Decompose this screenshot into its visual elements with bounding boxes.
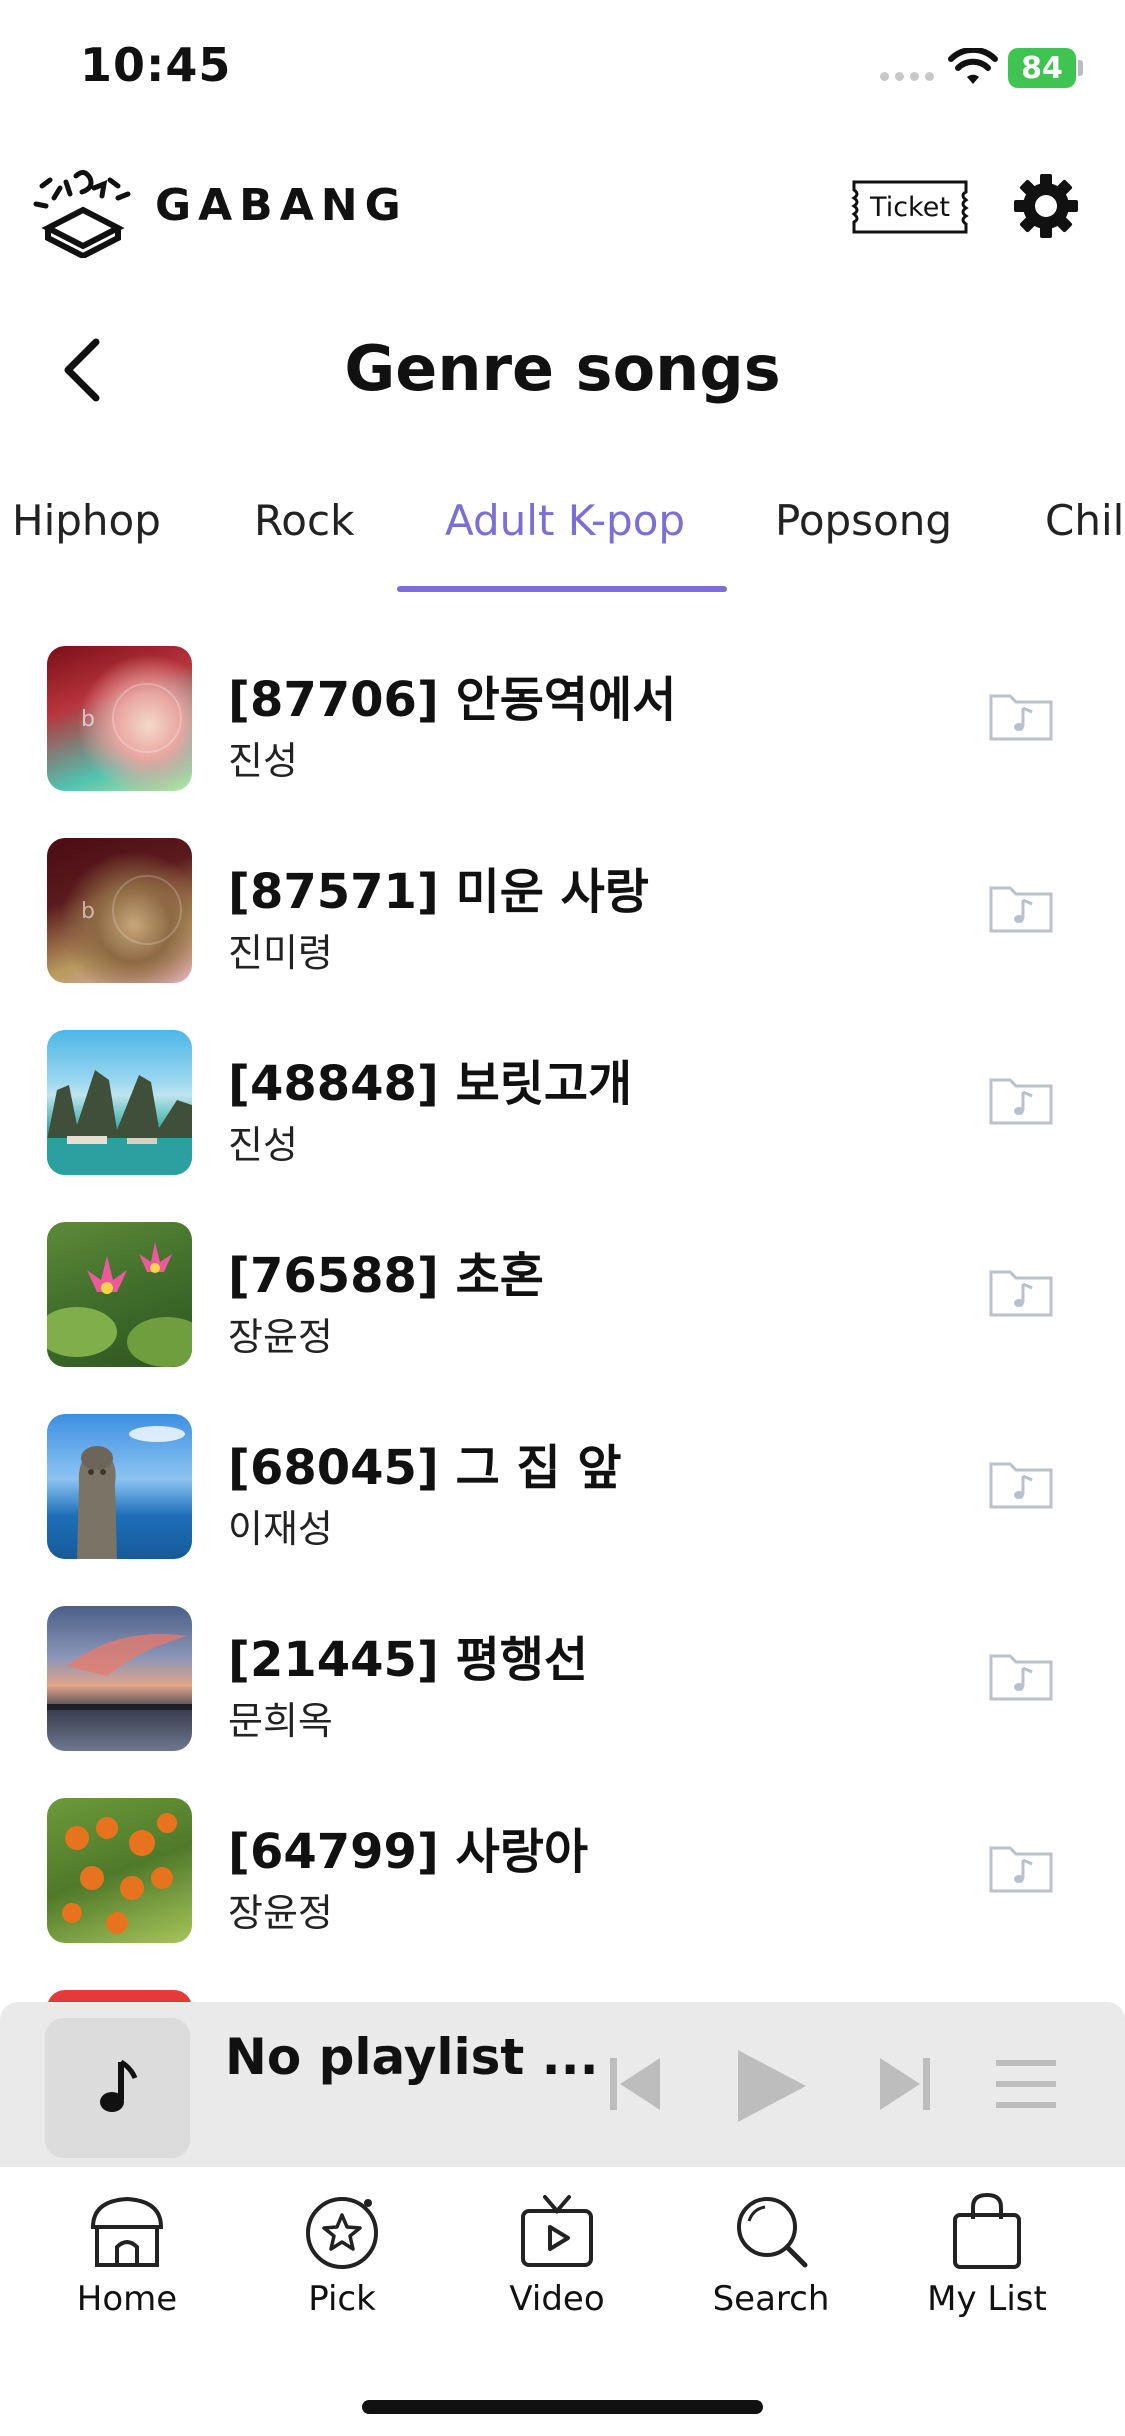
song-artist: 이재성 [228, 1507, 333, 1551]
album-thumbnail [47, 1606, 192, 1751]
logo-text: GABANG [155, 180, 408, 231]
add-to-folder-icon[interactable] [988, 688, 1054, 742]
status-bar: 10:45 84 [0, 0, 1125, 140]
add-to-folder-icon[interactable] [988, 1072, 1054, 1126]
nav-pick[interactable]: Pick [252, 2191, 432, 2341]
video-tv-icon [521, 2195, 593, 2267]
pick-star-icon [306, 2197, 378, 2269]
svg-text:b: b [81, 707, 95, 732]
nav-label: Home [76, 2279, 178, 2319]
song-title: [76588] 초혼 [228, 1248, 544, 1304]
bottom-navigation: Home Pick Video Search My List [0, 2167, 1125, 2436]
nav-my-list[interactable]: My List [897, 2191, 1077, 2341]
song-row-partial[interactable] [0, 1974, 1125, 2002]
svg-text:b: b [81, 899, 95, 924]
song-title: [87706] 안동역에서 [228, 672, 677, 728]
add-to-folder-icon[interactable] [988, 1840, 1054, 1894]
album-thumbnail [47, 1414, 192, 1559]
song-row[interactable]: [21445] 평행선 문희옥 [0, 1590, 1125, 1782]
title-row: Genre songs [0, 310, 1125, 430]
app-header: GABANG Ticket [0, 140, 1125, 280]
add-to-folder-icon[interactable] [988, 1264, 1054, 1318]
ticket-button[interactable]: Ticket [850, 178, 970, 236]
gabang-logo-icon[interactable] [28, 158, 138, 258]
song-row[interactable]: b [87706] 안동역에서 진성 [0, 630, 1125, 822]
page-title: Genre songs [344, 332, 781, 405]
song-row[interactable]: [68045] 그 집 앞 이재성 [0, 1398, 1125, 1590]
song-row[interactable]: [48848] 보릿고개 진성 [0, 1014, 1125, 1206]
song-artist: 진미령 [228, 931, 333, 975]
song-artist: 진성 [228, 1123, 298, 1167]
nav-label: My List [927, 2279, 1047, 2319]
song-artist: 장윤정 [228, 1891, 333, 1935]
nav-label: Search [712, 2279, 830, 2319]
tab-hiphop[interactable]: Hiphop [12, 496, 161, 545]
status-time: 10:45 [80, 38, 232, 92]
nav-video[interactable]: Video [467, 2191, 647, 2341]
home-indicator[interactable] [362, 2400, 763, 2414]
previous-track-icon[interactable] [604, 2054, 664, 2114]
nav-home[interactable]: Home [37, 2191, 217, 2341]
album-thumbnail [47, 1222, 192, 1367]
active-tab-indicator [397, 586, 727, 592]
song-artist: 장윤정 [228, 1315, 333, 1359]
play-icon[interactable] [730, 2046, 810, 2126]
cellular-signal-icon [880, 72, 934, 81]
mini-player[interactable]: No playlist ... [0, 2002, 1125, 2167]
song-row[interactable]: b [87571] 미운 사랑 진미령 [0, 822, 1125, 1014]
tab-children[interactable]: Chil [1045, 496, 1124, 545]
album-thumbnail [47, 1798, 192, 1943]
album-thumbnail [47, 1030, 192, 1175]
tab-adult-kpop[interactable]: Adult K-pop [445, 496, 685, 545]
playlist-menu-icon[interactable] [994, 2058, 1058, 2110]
song-artist: 진성 [228, 739, 298, 783]
tab-rock[interactable]: Rock [254, 496, 354, 545]
music-note-icon [100, 2059, 138, 2112]
song-title: [64799] 사랑아 [228, 1824, 589, 1880]
back-arrow-icon[interactable] [50, 332, 120, 408]
song-title: [87571] 미운 사랑 [228, 864, 649, 920]
song-artist: 문희옥 [228, 1699, 333, 1743]
song-row[interactable]: [76588] 초혼 장윤정 [0, 1206, 1125, 1398]
genre-tabs: Hiphop Rock Adult K-pop Popsong Chil [0, 470, 1125, 595]
add-to-folder-icon[interactable] [988, 880, 1054, 934]
album-thumbnail [47, 1990, 192, 2002]
song-title: [21445] 평행선 [228, 1632, 589, 1688]
album-thumbnail: b [47, 838, 192, 983]
song-title: [48848] 보릿고개 [228, 1056, 633, 1112]
wifi-icon [948, 48, 998, 84]
search-icon [737, 2197, 808, 2268]
song-title: [68045] 그 집 앞 [228, 1440, 622, 1496]
tab-popsong[interactable]: Popsong [775, 496, 952, 545]
album-thumbnail: b [47, 646, 192, 791]
next-track-icon[interactable] [876, 2054, 936, 2114]
home-icon [90, 2196, 164, 2267]
bag-icon [953, 2192, 1021, 2269]
song-row[interactable]: [64799] 사랑아 장윤정 [0, 1782, 1125, 1974]
add-to-folder-icon[interactable] [988, 1648, 1054, 1702]
battery-icon: 84 [1008, 48, 1076, 88]
player-title: No playlist ... [225, 2028, 599, 2086]
battery-level: 84 [1021, 50, 1063, 86]
nav-label: Pick [308, 2279, 376, 2319]
gear-icon[interactable] [1012, 172, 1080, 240]
battery-tip [1078, 60, 1083, 76]
add-to-folder-icon[interactable] [988, 1456, 1054, 1510]
nav-label: Video [509, 2279, 605, 2319]
player-artwork [45, 2018, 190, 2158]
nav-search[interactable]: Search [681, 2191, 861, 2341]
